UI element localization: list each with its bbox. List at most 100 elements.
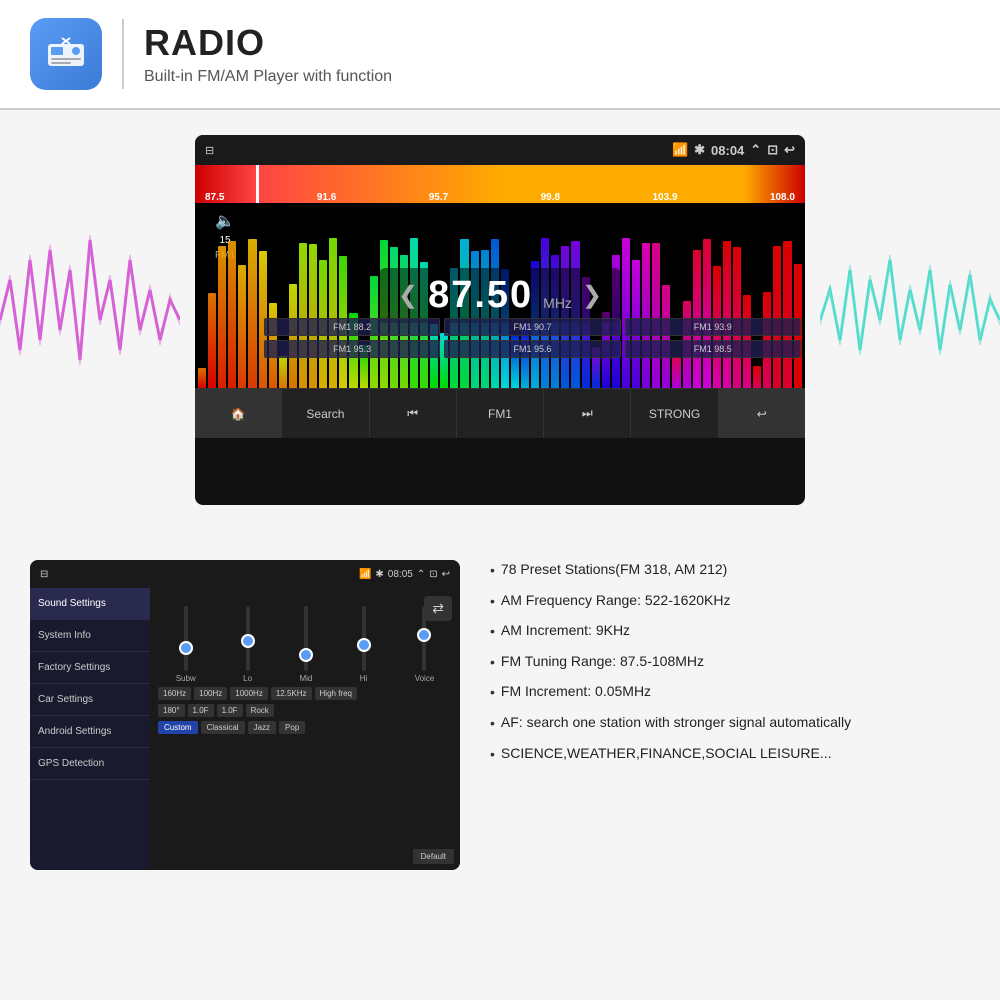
style-jazz[interactable]: Jazz [248, 721, 276, 734]
eq-bar [218, 246, 226, 388]
prev-button[interactable]: ⏮ [370, 389, 457, 438]
eq-bar [299, 243, 307, 388]
preset-tag-rock[interactable]: Rock [246, 704, 274, 717]
freq-ticks: 87.5 91.6 95.7 99.8 103.9 108.0 [195, 192, 805, 203]
menu-sound-settings[interactable]: Sound Settings [30, 588, 150, 620]
eq-bar [380, 240, 388, 388]
eq-bar [541, 238, 549, 388]
radio-device: ⊟ 📶 ✱ 08:04 ⌃ ⊡ ↩ 87.5 91.6 95.7 99.8 10… [195, 135, 805, 505]
slider-hi-thumb[interactable] [357, 638, 371, 652]
search-button[interactable]: Search [282, 389, 369, 438]
settings-expand-icon: ⌃ [417, 569, 425, 580]
preset-tag-1f-1[interactable]: 1.0F [188, 704, 214, 717]
freq-tag-1000hz[interactable]: 1000Hz [230, 687, 268, 700]
expand-icon: ⌃ [750, 142, 761, 158]
slider-voice-label: Voice [415, 674, 435, 683]
slider-mid: Mid [299, 606, 312, 683]
info-item-5: • FM Increment: 0.05MHz [490, 682, 980, 703]
info-item-6: • AF: search one station with stronger s… [490, 713, 980, 734]
bullet-4: • [490, 653, 495, 673]
slider-lo-track[interactable] [246, 606, 250, 671]
signal-icon: 📶 [672, 142, 688, 158]
slider-hi: Hi [360, 606, 368, 683]
freq-label-2: 91.6 [317, 192, 336, 203]
preset-fm195a[interactable]: FM1 95.3 [264, 340, 440, 358]
eq-bar [753, 366, 761, 388]
slider-lo-thumb[interactable] [241, 634, 255, 648]
menu-system-info[interactable]: System Info [30, 620, 150, 652]
eq-bar [228, 241, 236, 388]
preset-fm188[interactable]: FM1 88.2 [264, 318, 440, 336]
settings-back-icon: ↩ [442, 569, 450, 580]
eq-bar [309, 244, 317, 388]
info-text-1: 78 Preset Stations(FM 318, AM 212) [501, 560, 727, 580]
eq-bar [208, 293, 216, 388]
radio-screen-section: ⊟ 📶 ✱ 08:04 ⌃ ⊡ ↩ 87.5 91.6 95.7 99.8 10… [0, 110, 1000, 530]
next-button[interactable]: ⏭ [544, 389, 631, 438]
style-custom[interactable]: Custom [158, 721, 198, 734]
band-button[interactable]: FM1 [457, 389, 544, 438]
bullet-7: • [490, 745, 495, 765]
preset-fm195b[interactable]: FM1 95.6 [444, 340, 620, 358]
device-statusbar: ⊟ 📶 ✱ 08:04 ⌃ ⊡ ↩ [195, 135, 805, 165]
header-text: RADIO Built-in FM/AM Player with functio… [144, 22, 392, 86]
info-item-4: • FM Tuning Range: 87.5-108MHz [490, 652, 980, 673]
preset-area: FM1 88.2 FM1 90.7 FM1 93.9 FM1 95.3 FM1 … [260, 318, 805, 358]
freq-label-4: 99.8 [541, 192, 560, 203]
slider-voice-thumb[interactable] [417, 628, 431, 642]
preset-fm198[interactable]: FM1 98.5 [625, 340, 801, 358]
style-classical[interactable]: Classical [201, 721, 245, 734]
settings-nav-icon: ⊟ [40, 569, 48, 580]
settings-content: ⇄ Subw Lo [150, 588, 460, 870]
eq-bar [703, 239, 711, 388]
preset-fm193[interactable]: FM1 93.9 [625, 318, 801, 336]
back-button[interactable]: ↩ [719, 389, 805, 438]
home-button[interactable]: 🏠 [195, 389, 282, 438]
eq-area: 🔈15FM1 ❮ 87.50 MHz ❯ FM1 88.2 FM1 90.7 F… [195, 203, 805, 388]
info-text-3: AM Increment: 9KHz [501, 621, 630, 641]
preset-fm190[interactable]: FM1 90.7 [444, 318, 620, 336]
preset-tags-row: 180° 1.0F 1.0F Rock [158, 704, 452, 717]
sliders-row: Subw Lo Mid [158, 606, 452, 683]
settings-bt-icon: ✱ [375, 569, 383, 580]
eq-bar [783, 241, 791, 388]
menu-android-settings[interactable]: Android Settings [30, 716, 150, 748]
freq-tag-highfreq[interactable]: High freq [315, 687, 357, 700]
slider-subw-thumb[interactable] [179, 641, 193, 655]
settings-body: Sound Settings System Info Factory Setti… [30, 588, 460, 870]
freq-tag-160hz[interactable]: 160Hz [158, 687, 191, 700]
preset-tag-1f-2[interactable]: 1.0F [217, 704, 243, 717]
waveform-left [0, 220, 180, 420]
settings-statusbar: ⊟ 📶 ✱ 08:05 ⌃ ⊡ ↩ [30, 560, 460, 588]
statusbar-right: 📶 ✱ 08:04 ⌃ ⊡ ↩ [672, 142, 795, 158]
freq-label-3: 95.7 [429, 192, 448, 203]
strong-button[interactable]: STRONG [631, 389, 718, 438]
time-display: 08:04 [711, 143, 744, 158]
freq-label-5: 103.9 [653, 192, 678, 203]
slider-subw-track[interactable] [184, 606, 188, 671]
menu-car-settings[interactable]: Car Settings [30, 684, 150, 716]
eq-bar [460, 239, 468, 388]
page-title: RADIO [144, 22, 392, 64]
bottom-section: ⊟ 📶 ✱ 08:05 ⌃ ⊡ ↩ Sound Settings System … [0, 530, 1000, 1000]
eq-bar [571, 241, 579, 388]
freq-tag-100hz[interactable]: 100Hz [194, 687, 227, 700]
preset-tag-180[interactable]: 180° [158, 704, 185, 717]
slider-hi-track[interactable] [362, 606, 366, 671]
eq-bar [410, 238, 418, 388]
default-button[interactable]: Default [413, 849, 454, 864]
bluetooth-icon: ✱ [694, 142, 705, 158]
freq-tag-125khz[interactable]: 12.5KHz [271, 687, 312, 700]
menu-gps-detection[interactable]: GPS Detection [30, 748, 150, 780]
slider-mid-thumb[interactable] [299, 648, 313, 662]
eq-toggle-button[interactable]: ⇄ [424, 596, 452, 621]
bullet-2: • [490, 592, 495, 612]
info-text-6: AF: search one station with stronger sig… [501, 713, 851, 733]
slider-voice-track[interactable] [422, 606, 426, 671]
menu-factory-settings[interactable]: Factory Settings [30, 652, 150, 684]
style-pop[interactable]: Pop [279, 721, 305, 734]
header-divider [122, 19, 124, 89]
slider-mid-track[interactable] [304, 606, 308, 671]
info-item-7: • SCIENCE,WEATHER,FINANCE,SOCIAL LEISURE… [490, 744, 980, 765]
waveform-right [820, 220, 1000, 420]
